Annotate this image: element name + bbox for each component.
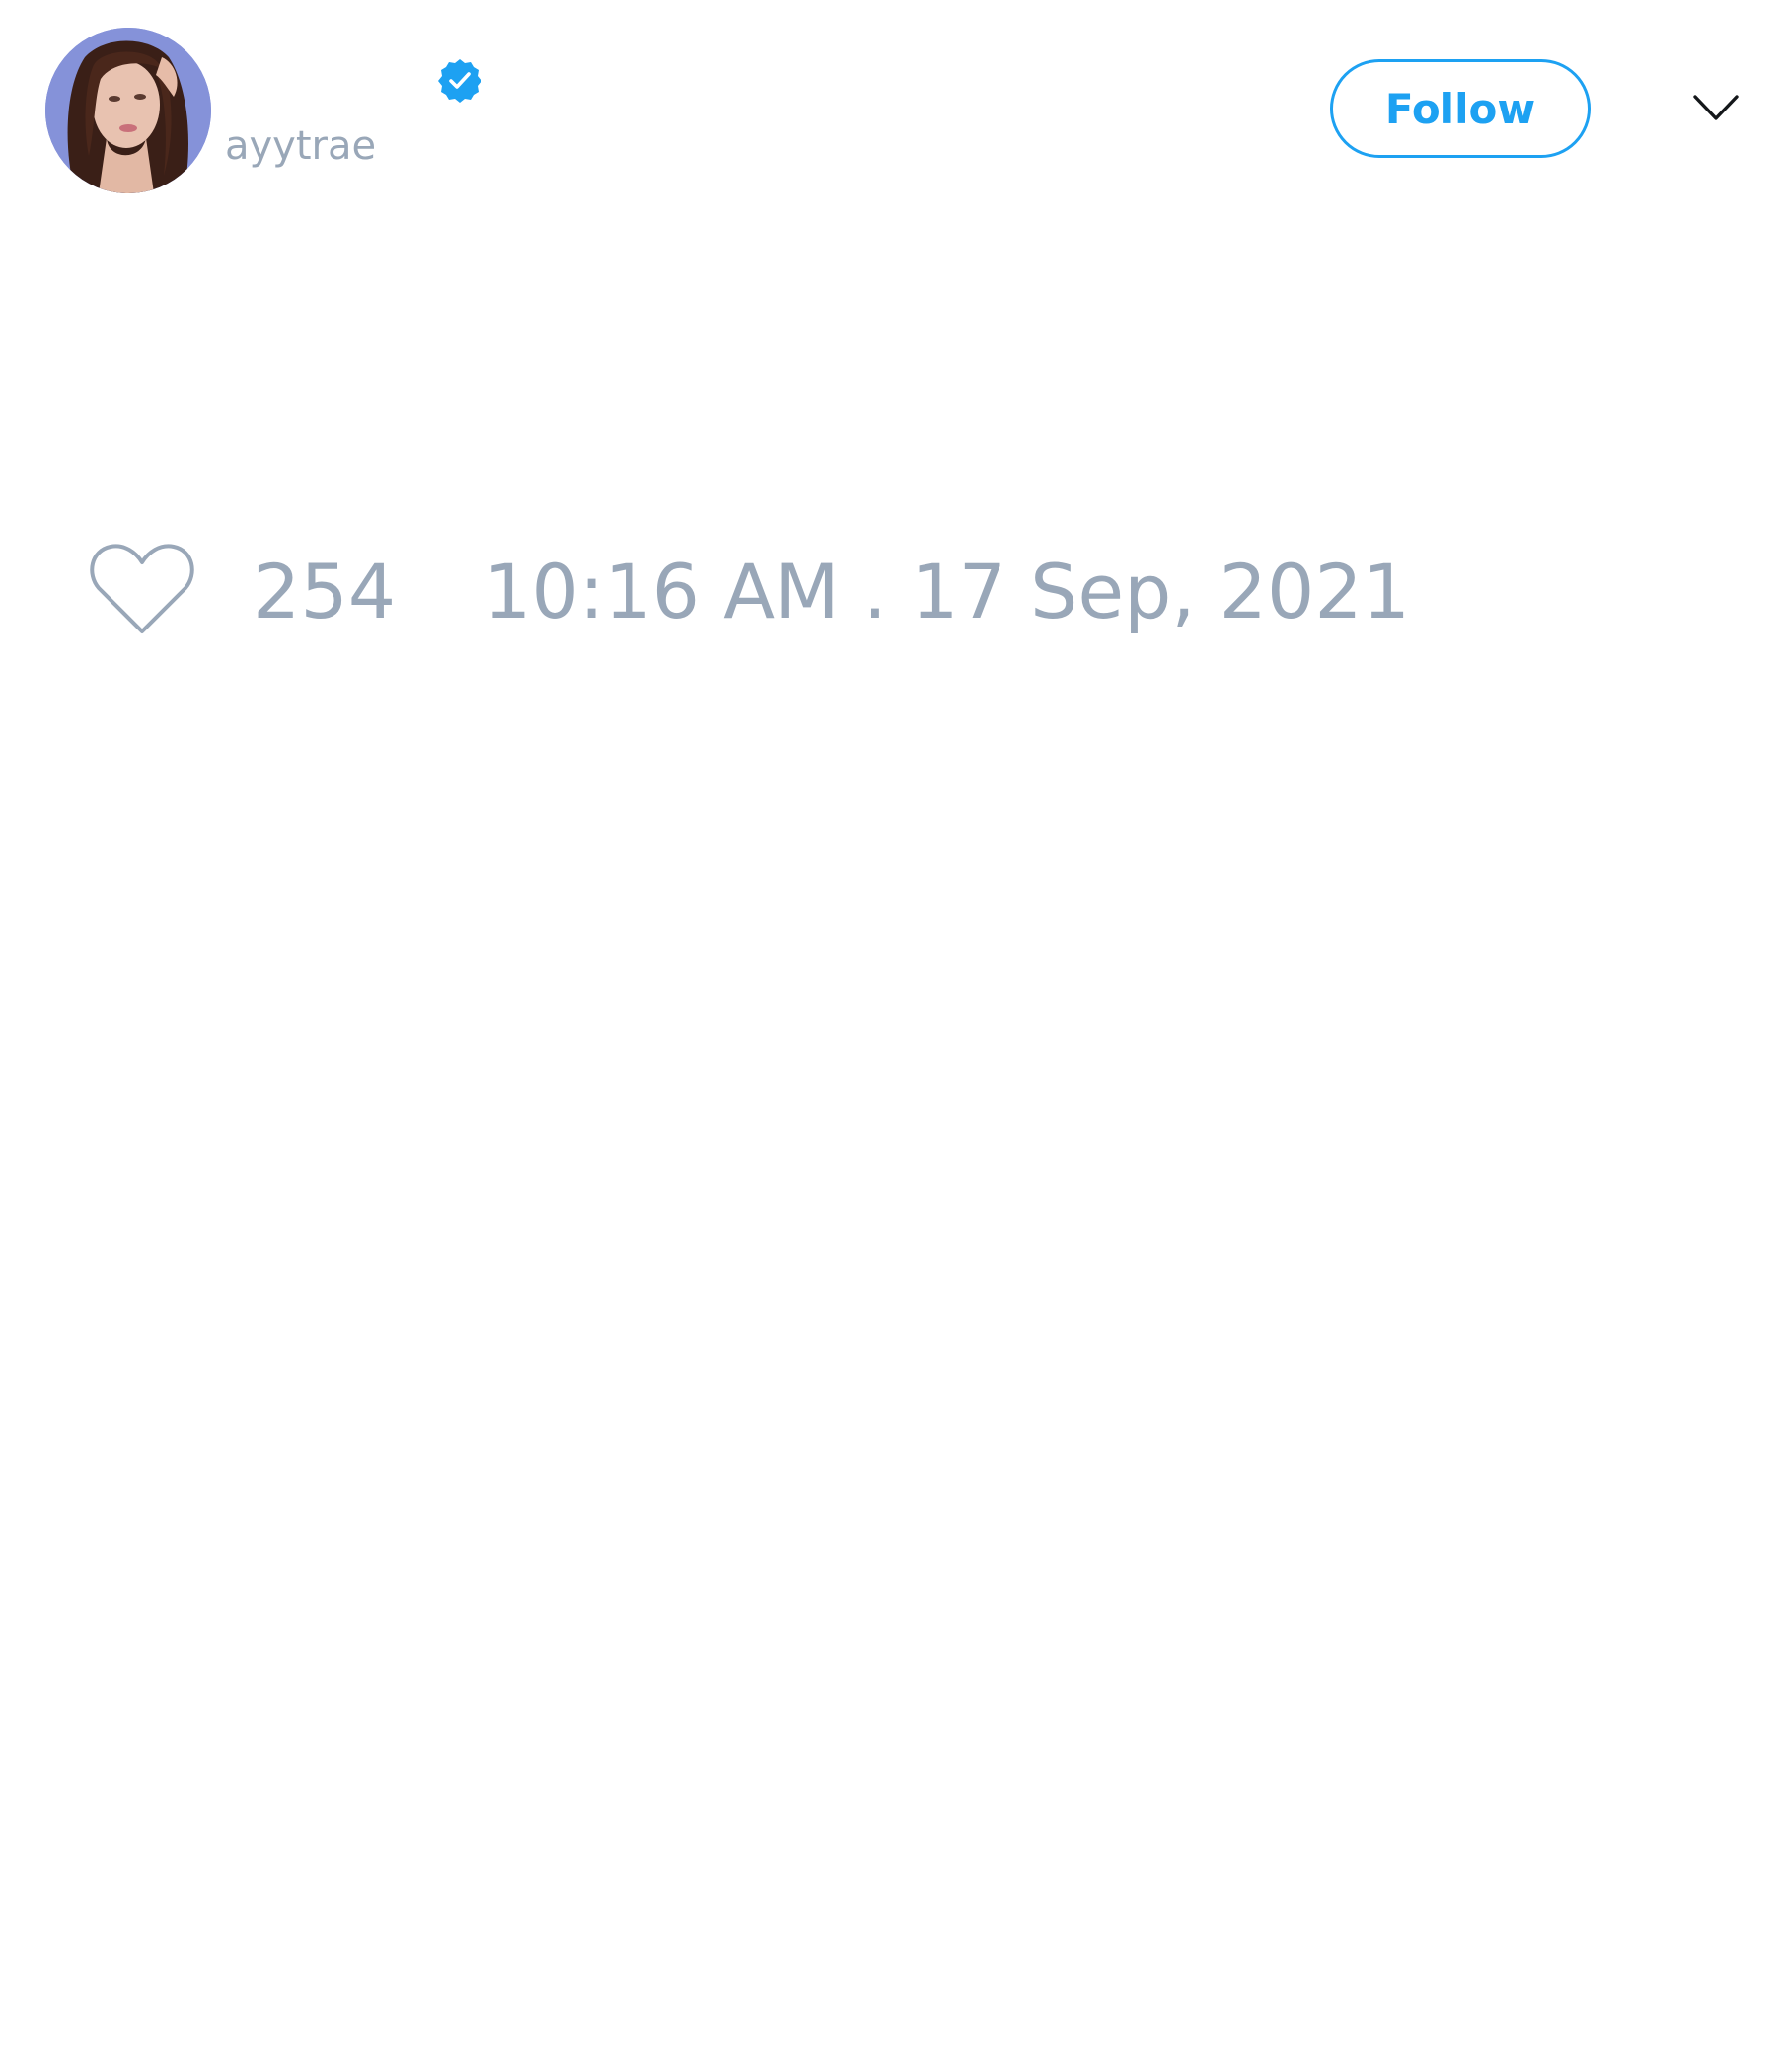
like-count: 254 [253,548,397,635]
author-avatar[interactable] [45,28,211,193]
tweet-header: ayytrae Follow [0,0,1776,217]
display-name-row [225,51,432,111]
author-handle[interactable]: ayytrae [225,126,376,166]
tweet-timestamp[interactable]: 10:16 AM . 17 Sep, 2021 [483,547,1410,636]
verified-badge-icon [436,57,483,105]
tweet-footer: 254 10:16 AM . 17 Sep, 2021 [0,533,1776,651]
follow-button[interactable]: Follow [1330,59,1591,158]
avatar-photo [45,28,211,193]
chevron-down-icon[interactable] [1691,91,1740,124]
heart-outline-icon[interactable] [87,541,197,639]
